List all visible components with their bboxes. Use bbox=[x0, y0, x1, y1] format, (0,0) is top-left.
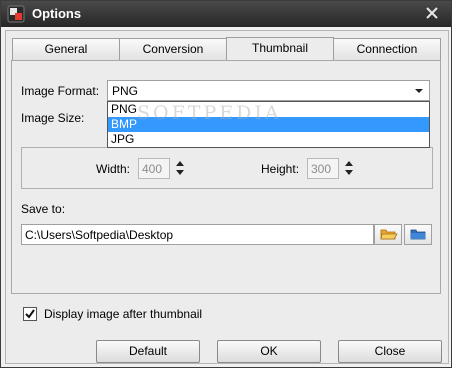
close-icon[interactable] bbox=[423, 4, 441, 22]
options-dialog: Options General Conversion Thumbnail Con… bbox=[0, 0, 452, 368]
height-label: Height: bbox=[261, 162, 300, 176]
option-bmp[interactable]: BMP bbox=[108, 117, 429, 132]
open-folder-icon bbox=[380, 229, 398, 240]
tab-connection[interactable]: Connection bbox=[333, 38, 441, 60]
title-bar[interactable]: Options bbox=[1, 1, 451, 27]
image-format-options: PNG BMP JPG bbox=[107, 101, 430, 148]
browse-button[interactable] bbox=[374, 224, 402, 245]
tab-thumbnail[interactable]: Thumbnail bbox=[226, 37, 334, 61]
default-button[interactable]: Default bbox=[96, 340, 200, 363]
folder-icon bbox=[410, 229, 426, 240]
tab-general[interactable]: General bbox=[12, 38, 120, 60]
image-format-label: Image Format: bbox=[21, 84, 100, 98]
save-path-input[interactable]: C:\Users\Softpedia\Desktop bbox=[21, 224, 374, 245]
save-to-label: Save to: bbox=[21, 202, 66, 216]
option-png[interactable]: PNG bbox=[108, 102, 429, 117]
display-after-label: Display image after thumbnail bbox=[44, 307, 203, 321]
image-format-dropdown[interactable]: PNG bbox=[107, 80, 430, 101]
close-button[interactable]: Close bbox=[338, 340, 442, 363]
image-size-label: Image Size: bbox=[21, 111, 85, 125]
open-location-button[interactable] bbox=[404, 224, 432, 245]
ok-button[interactable]: OK bbox=[217, 340, 321, 363]
display-after-checkbox[interactable] bbox=[23, 307, 37, 321]
height-input[interactable]: 300 bbox=[307, 158, 339, 179]
app-icon bbox=[7, 5, 25, 23]
checkmark-icon bbox=[25, 309, 35, 319]
image-size-group bbox=[21, 147, 433, 189]
width-stepper-icon[interactable] bbox=[173, 156, 187, 180]
tab-conversion[interactable]: Conversion bbox=[119, 38, 227, 60]
window-title: Options bbox=[32, 6, 82, 21]
option-jpg[interactable]: JPG bbox=[108, 132, 429, 147]
width-input[interactable]: 400 bbox=[138, 158, 170, 179]
height-stepper-icon[interactable] bbox=[342, 156, 356, 180]
image-format-value: PNG bbox=[112, 84, 139, 98]
width-label: Width: bbox=[96, 162, 131, 176]
chevron-down-icon[interactable] bbox=[409, 81, 429, 100]
